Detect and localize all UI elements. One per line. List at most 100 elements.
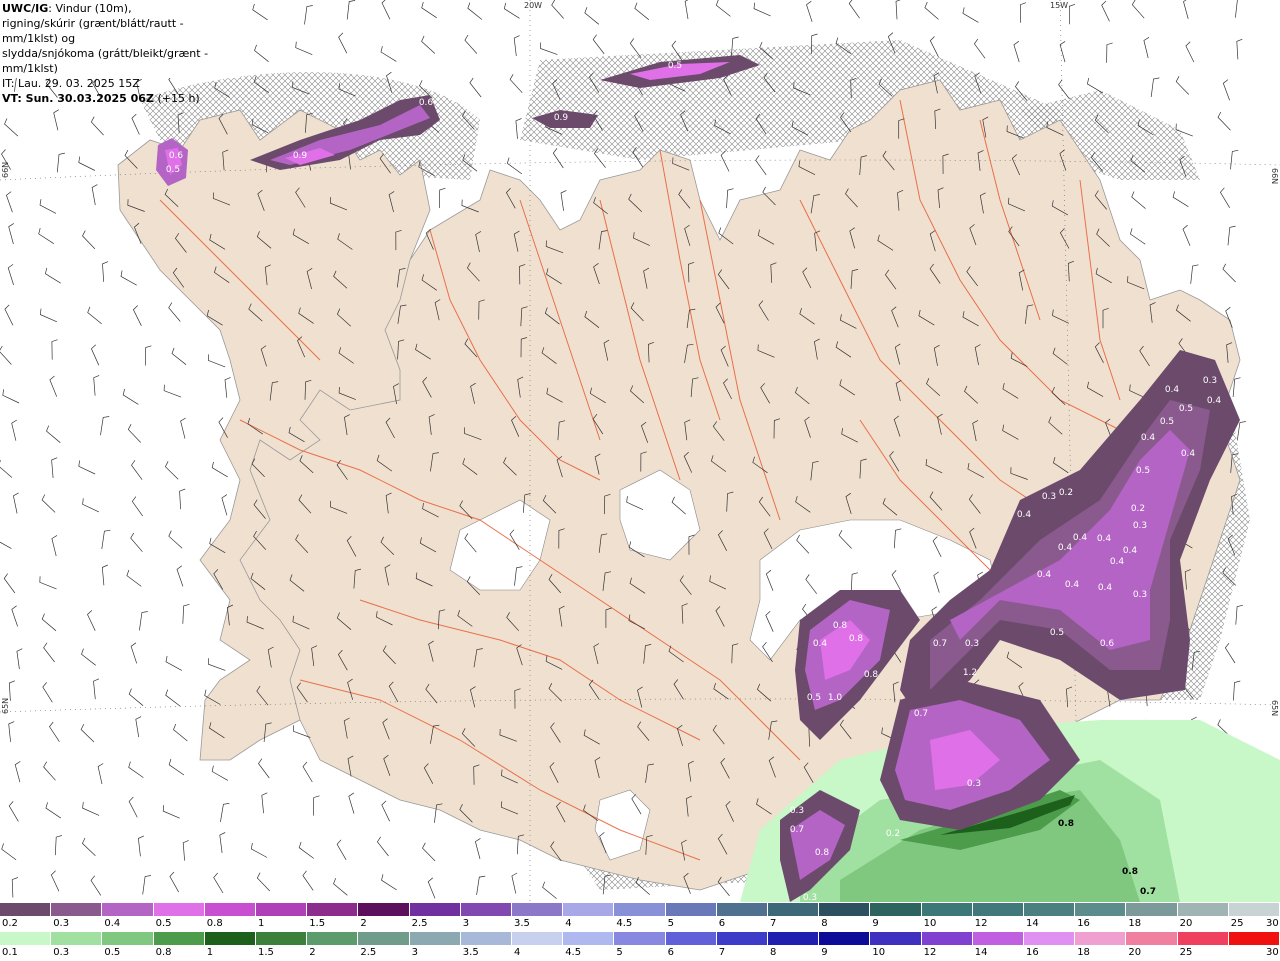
rain-legend-label: 1 [206, 947, 214, 958]
snow-value-label: 0.9 [293, 151, 308, 161]
snow-legend-swatch [768, 903, 820, 916]
rain-legend-label: 0.8 [155, 947, 172, 958]
rain-legend-label: 5 [616, 947, 623, 958]
snow-value-label: 0.4 [1017, 510, 1032, 520]
snow-legend-swatch [256, 903, 308, 916]
snow-value-label: 0.2 [886, 829, 900, 839]
color-legend: 0.2 0.3 0.4 0.5 0.8 1 1.5 2 2.5 3 3.5 4 4.5 5 6 7 8 9 10 12… [0, 902, 1280, 960]
rain-legend-label: 2.5 [360, 947, 377, 958]
snow-value-label: 0.6 [1100, 639, 1115, 649]
snow-value-label: 0.8 [815, 848, 830, 858]
snow-legend-label: 2 [360, 918, 367, 929]
snow-legend-swatch [716, 903, 769, 916]
snow-value-label: 0.4 [1037, 570, 1052, 580]
rain-value-label: 0.8 [1122, 867, 1138, 877]
weather-map: 0.60.50.60.90.50.90.30.40.50.40.50.40.40… [0, 0, 1280, 902]
snow-legend-label: 0.2 [2, 918, 18, 929]
rain-legend-swatch [204, 932, 257, 945]
snow-value-label: 0.3 [1133, 590, 1147, 600]
snow-legend-swatch [51, 903, 103, 916]
snow-value-label: 0.4 [1165, 385, 1180, 395]
snow-value-label: 0.5 [1136, 466, 1150, 476]
snow-legend-label: 0.3 [53, 918, 70, 929]
snow-value-label: 0.3 [790, 806, 804, 816]
snow-legend-swatch [1024, 903, 1076, 916]
snow-legend-label: 1.5 [309, 918, 326, 929]
snow-legend-swatch [665, 903, 717, 916]
snow-legend-label: 20 [1179, 918, 1193, 929]
lat-label-left-upper: 66N [1, 162, 10, 178]
rain-legend-label: 6 [667, 947, 674, 958]
snow-value-label: 0.3 [803, 893, 817, 902]
snow-value-label: 0.5 [1179, 404, 1193, 414]
rain-legend-label: 10 [872, 947, 886, 958]
rain-legend-swatch [0, 932, 52, 945]
title-line: UWC/IG: Vindur (10m), [2, 1, 238, 16]
title-line-3: slydda/snjókoma (grátt/bleikt/grænt - mm… [2, 47, 209, 75]
snow-legend-label: 0.8 [206, 918, 223, 929]
snow-value-label: 0.4 [813, 639, 828, 649]
rain-legend-swatch [921, 932, 973, 945]
rain-legend-swatch [1228, 932, 1280, 945]
rain-legend-swatch [102, 932, 154, 945]
snow-value-label: 0.4 [1123, 546, 1138, 556]
rain-legend-swatch [512, 932, 564, 945]
snow-value-label: 0.3 [967, 779, 981, 789]
rain-legend-label: 9 [821, 947, 828, 958]
snow-legend-swatch [1228, 903, 1280, 916]
snow-legend-swatch [1126, 903, 1178, 916]
snow-legend-label: 7 [770, 918, 777, 929]
snow-legend-swatch [102, 903, 154, 916]
snow-value-label: 0.7 [933, 639, 947, 649]
snow-legend-label: 9 [872, 918, 879, 929]
rain-legend-label: 0.3 [53, 947, 70, 958]
snow-legend-swatch [0, 903, 52, 916]
rain-legend-swatch [614, 932, 666, 945]
snow-legend-label: 12 [974, 918, 988, 929]
snow-legend-label: 4 [565, 918, 572, 929]
snow-legend-label: 3.5 [514, 918, 530, 929]
rain-legend-swatch [819, 932, 871, 945]
snow-legend-swatch [563, 903, 615, 916]
snow-legend-label: 0.5 [155, 918, 172, 929]
rain-legend-label: 0.5 [104, 947, 121, 958]
snow-legend-swatch [819, 903, 871, 916]
snow-legend-labels: 0.2 0.3 0.4 0.5 0.8 1 1.5 2 2.5 3 3.5 4 4.5 5 6 7 8 9 10 12… [0, 918, 1280, 932]
snow-legend-label: 18 [1128, 918, 1142, 929]
snow-legend-bar [0, 903, 1280, 916]
rain-legend-label: 30 [1266, 947, 1279, 958]
snow-value-label: 0.5 [668, 61, 682, 71]
rain-legend-swatch [563, 932, 615, 945]
snow-value-label: 0.3 [1133, 521, 1147, 531]
snow-legend-swatch [614, 903, 666, 916]
snow-value-label: 0.6 [169, 151, 184, 161]
snow-legend-swatch [1075, 903, 1127, 916]
rain-legend-labels: 0.1 0.3 0.5 0.8 1 1.5 2 2.5 3 3.5 4 4.5 5 6 7 8 9 10 12 14 1… [0, 947, 1280, 961]
title-rest: : Vindur (10m), [48, 2, 132, 15]
rain-legend-label: 4 [514, 947, 521, 958]
snow-value-label: 0.7 [790, 825, 804, 835]
snow-legend-swatch [409, 903, 461, 916]
lead-time: (+15 h) [157, 92, 200, 105]
rain-legend-swatch [716, 932, 769, 945]
snow-legend-swatch [870, 903, 922, 916]
snow-value-label: 0.2 [1131, 504, 1145, 514]
rain-legend-label: 1.5 [258, 947, 274, 958]
snow-value-label: 0.8 [849, 634, 864, 644]
lon-label-20w: 20W [524, 1, 542, 10]
snow-legend-swatch [972, 903, 1025, 916]
issue-time: IT: Lau. 29. 03. 2025 15Z [2, 77, 140, 90]
rain-legend-swatch [1177, 932, 1229, 945]
valid-time-line: VT: Sun. 30.03.2025 06Z (+15 h) [2, 91, 238, 106]
snow-value-label: 1.2 [963, 668, 977, 678]
rain-legend-label: 16 [1026, 947, 1039, 958]
rain-value-label: 0.8 [1058, 819, 1074, 829]
snow-value-label: 0.7 [914, 709, 928, 719]
snow-legend-swatch [204, 903, 257, 916]
rain-legend-swatch [358, 932, 410, 945]
snow-value-label: 0.4 [1073, 533, 1088, 543]
rain-legend-swatch [460, 932, 513, 945]
snow-legend-swatch [460, 903, 513, 916]
snow-value-label: 0.5 [1160, 417, 1174, 427]
rain-legend-label: 0.1 [2, 947, 18, 958]
